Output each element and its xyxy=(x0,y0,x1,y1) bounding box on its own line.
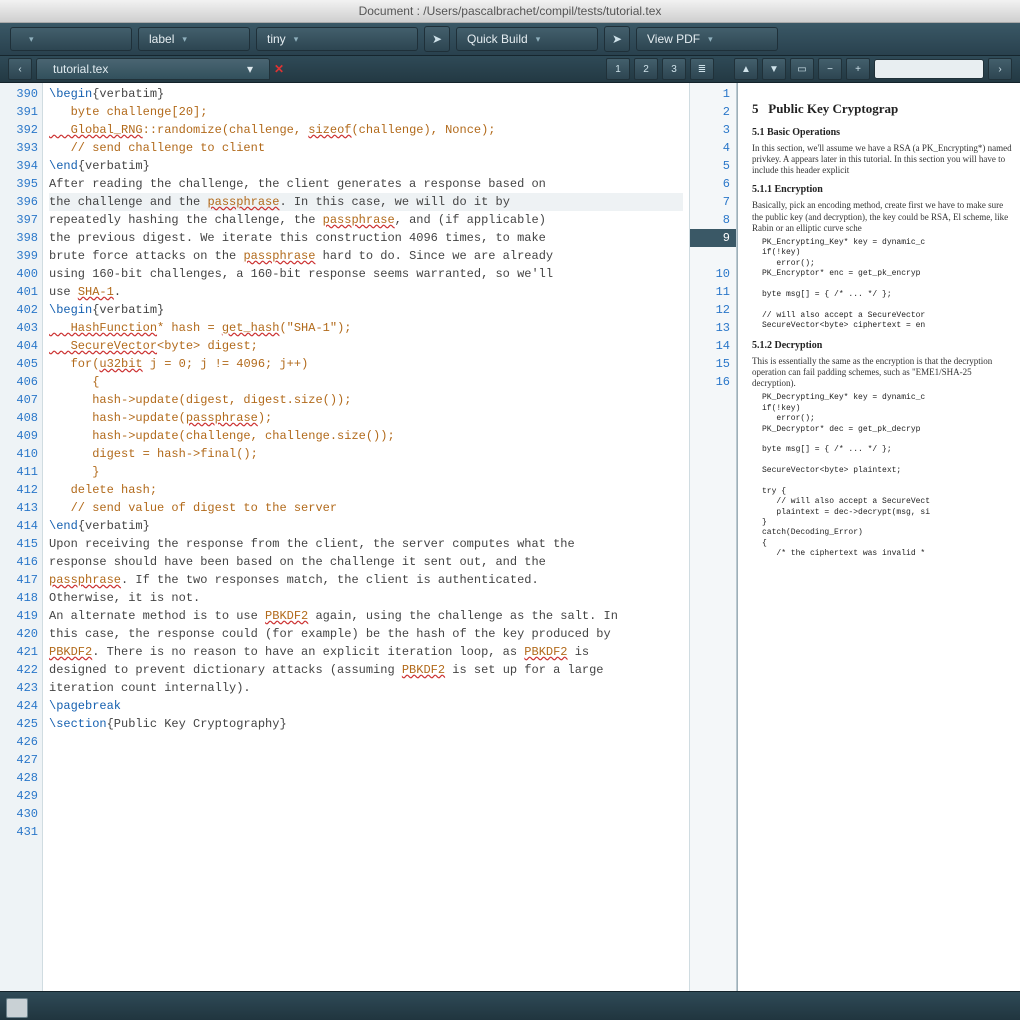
pdf-preview[interactable]: 5 Public Key Cryptograp 5.1 Basic Operat… xyxy=(737,83,1020,991)
size-selector[interactable]: tiny ▾ xyxy=(256,27,418,51)
main-toolbar: ▾ label ▾ tiny ▾ ➤ Quick Build ▾ ➤ View … xyxy=(0,23,1020,56)
preview-subheading: 5.1.1 Encryption xyxy=(752,184,1012,196)
preview-paragraph: Basically, pick an encoding method, crea… xyxy=(752,200,1012,234)
chevron-down-icon: ▾ xyxy=(247,59,253,79)
tab-label: tutorial.tex xyxy=(53,59,108,79)
line-number-gutter: 3903913923933943953963973983994004014024… xyxy=(0,83,43,991)
structure-column[interactable]: 12345678910111213141516 xyxy=(689,83,737,991)
panel-2-button[interactable]: 2 xyxy=(634,58,658,80)
preview-subheading: 5.1 Basic Operations xyxy=(752,127,1012,139)
pdf-prev-page-button[interactable]: ▲ xyxy=(734,58,758,80)
source-editor[interactable]: \begin{verbatim} byte challenge[20]; Glo… xyxy=(43,83,689,991)
workarea: 3903913923933943953963973983994004014024… xyxy=(0,83,1020,991)
arrow-right-icon: ➤ xyxy=(612,32,622,46)
pdf-zoom-in-button[interactable]: + xyxy=(846,58,870,80)
panel-1-button[interactable]: 1 xyxy=(606,58,630,80)
pdf-zoom-out-button[interactable]: − xyxy=(818,58,842,80)
build-selector-label: Quick Build xyxy=(467,28,528,50)
run-build-button[interactable]: ➤ xyxy=(424,26,450,52)
preview-paragraph: This is essentially the same as the encr… xyxy=(752,356,1012,390)
prev-tab-button[interactable]: ‹ xyxy=(8,58,32,80)
preview-paragraph: In this section, we'll assume we have a … xyxy=(752,143,1012,177)
pdf-next-page-button[interactable]: ▼ xyxy=(762,58,786,80)
chevron-left-icon: ‹ xyxy=(18,64,21,75)
preview-subheading: 5.1.2 Decryption xyxy=(752,340,1012,352)
tab-tutorial[interactable]: tutorial.tex ▾ xyxy=(36,58,270,80)
pdf-tool-button[interactable]: ▭ xyxy=(790,58,814,80)
document-tabbar: ‹ tutorial.tex ▾ ✕ 1 2 3 ≣ ▲ ▼ ▭ − + › xyxy=(0,56,1020,83)
preview-code: PK_Encrypting_Key* key = dynamic_c if(!k… xyxy=(762,238,1012,332)
status-cell xyxy=(6,998,28,1018)
arrow-right-icon: ➤ xyxy=(432,32,442,46)
chevron-down-icon: ▾ xyxy=(536,28,541,50)
chevron-down-icon: ▾ xyxy=(708,28,713,50)
tabbar-right-tools: 1 2 3 ≣ ▲ ▼ ▭ − + › xyxy=(606,58,1012,80)
size-selector-label: tiny xyxy=(267,28,286,50)
structure-selector[interactable]: ▾ xyxy=(10,27,132,51)
build-selector[interactable]: Quick Build ▾ xyxy=(456,27,598,51)
statusbar xyxy=(0,991,1020,1020)
preview-code: PK_Decrypting_Key* key = dynamic_c if(!k… xyxy=(762,393,1012,559)
label-selector[interactable]: label ▾ xyxy=(138,27,250,51)
window-title: Document : /Users/pascalbrachet/compil/t… xyxy=(359,4,662,18)
chevron-down-icon: ▾ xyxy=(182,28,187,50)
view-selector-label: View PDF xyxy=(647,28,700,50)
window-titlebar: Document : /Users/pascalbrachet/compil/t… xyxy=(0,0,1020,23)
close-tab-button[interactable]: ✕ xyxy=(274,62,284,76)
list-view-icon[interactable]: ≣ xyxy=(690,58,714,80)
preview-heading: 5 Public Key Cryptograp xyxy=(752,101,1012,117)
run-view-button[interactable]: ➤ xyxy=(604,26,630,52)
pdf-search-input[interactable] xyxy=(874,59,984,79)
view-selector[interactable]: View PDF ▾ xyxy=(636,27,778,51)
chevron-down-icon: ▾ xyxy=(29,28,34,50)
pdf-search-next-button[interactable]: › xyxy=(988,58,1012,80)
chevron-down-icon: ▾ xyxy=(294,28,299,50)
label-selector-label: label xyxy=(149,28,174,50)
panel-3-button[interactable]: 3 xyxy=(662,58,686,80)
